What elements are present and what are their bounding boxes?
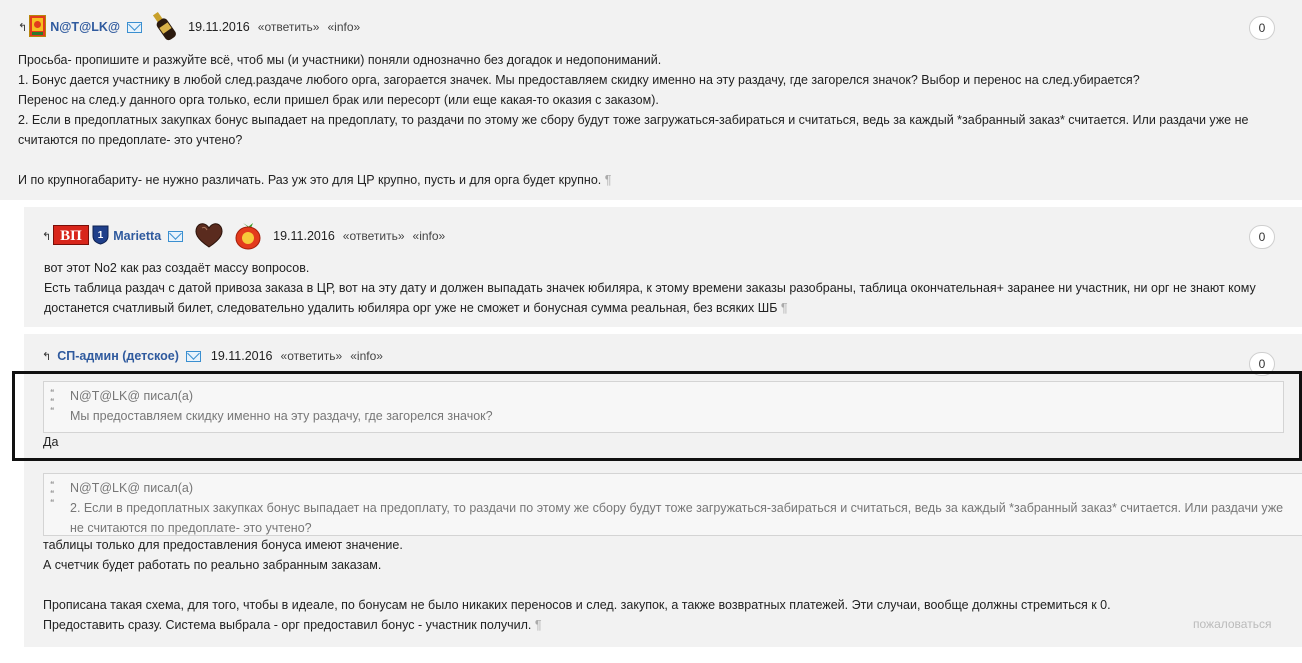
post-line: Просьба- пропишите и разжуйте всё, чтоб … <box>18 53 662 67</box>
post-line: таблицы только для предоставления бонуса… <box>43 538 403 552</box>
post-line: вот этот No2 как раз создаёт массу вопро… <box>44 261 310 275</box>
pilcrow-icon: ¶ <box>604 173 612 187</box>
svg-text:1: 1 <box>98 230 104 241</box>
quote-block: ❝ ❝ ❝ N@T@LK@ писал(а) 2. Если в предоплат… <box>43 473 1302 536</box>
post-line: Перенос на след.у данного орга только, е… <box>18 93 659 107</box>
post-line: 1. Бонус дается участнику в любой след.р… <box>18 73 1140 87</box>
post-header: ↰ N@T@LK@ 19.11.2016 «ответить» «info» <box>18 11 360 40</box>
svg-text:ВП: ВП <box>60 228 82 244</box>
info-link[interactable]: «info» <box>413 229 446 243</box>
post-line: 2. Если в предоплатных закупках бонус вы… <box>18 113 1249 127</box>
info-link[interactable]: «info» <box>327 20 360 34</box>
post-line: достанется счатливый билет, следовательн… <box>44 301 778 315</box>
post-body: таблицы только для предоставления бонуса… <box>43 535 1293 635</box>
post-date: 19.11.2016 <box>188 20 250 34</box>
complain-link[interactable]: пожаловаться <box>1193 617 1271 631</box>
mail-icon[interactable] <box>185 350 201 362</box>
post-line: Прописана такая схема, для того, чтобы в… <box>43 598 1111 612</box>
reply-arrow-icon: ↰ <box>18 21 28 34</box>
quote-text: 2. Если в предоплатных закупках бонус вы… <box>70 501 1284 535</box>
champagne-bottle-icon <box>150 9 178 46</box>
quote-author: N@T@LK@ писал(а) <box>70 481 194 495</box>
post-line: И по крупногабариту- не нужно различать.… <box>18 173 602 187</box>
mail-icon[interactable] <box>168 230 184 242</box>
post-header: ↰ ВП 1 Marietta 19.11.2016 «ответить» «i… <box>42 221 446 252</box>
post-line: Есть таблица раздач с датой привоза зака… <box>44 281 1256 295</box>
heart-candy-icon <box>193 221 225 252</box>
mail-icon[interactable] <box>127 21 143 33</box>
post-line: Предоставить сразу. Система выбрала - ор… <box>43 618 532 632</box>
rank-shield-icon: 1 <box>92 225 109 248</box>
author-link[interactable]: Marietta <box>113 229 161 243</box>
reply-link[interactable]: «ответить» <box>343 229 405 243</box>
pilcrow-icon: ¶ <box>780 301 788 315</box>
comment-post-1: ↰ N@T@LK@ 19.11.2016 «ответить» «info» 0… <box>0 0 1302 200</box>
highlight-frame <box>12 371 1302 461</box>
reply-arrow-icon: ↰ <box>42 350 52 363</box>
rating-counter[interactable]: 0 <box>1249 16 1275 40</box>
reply-link[interactable]: «ответить» <box>258 20 320 34</box>
author-link[interactable]: N@T@LK@ <box>50 20 120 34</box>
post-body: Просьба- пропишите и разжуйте всё, чтоб … <box>18 50 1288 190</box>
reply-arrow-icon: ↰ <box>42 230 52 243</box>
post-line: А счетчик будет работать по реально забр… <box>43 558 382 572</box>
info-link[interactable]: «info» <box>350 349 383 363</box>
pilcrow-icon: ¶ <box>534 618 542 632</box>
reply-link[interactable]: «ответить» <box>281 349 343 363</box>
post-date: 19.11.2016 <box>273 229 335 243</box>
post-last-line: достанется счатливый билет, следовательн… <box>44 298 1294 318</box>
post-line: считаются по предоплате- это учтено? <box>18 133 243 147</box>
quote-marks-icon: ❝ ❝ ❝ <box>50 480 55 507</box>
post-body: вот этот No2 как раз создаёт массу вопро… <box>44 258 1294 318</box>
post-last-line: И по крупногабариту- не нужно различать.… <box>18 170 1288 190</box>
strawberry-badge-icon <box>233 219 263 254</box>
comment-post-2: ↰ ВП 1 Marietta 19.11.2016 «ответить» «i… <box>24 207 1302 327</box>
author-link[interactable]: СП-админ (детское) <box>57 349 179 363</box>
post-header: ↰ СП-админ (детское) 19.11.2016 «ответит… <box>42 344 383 368</box>
rating-counter[interactable]: 0 <box>1249 225 1275 249</box>
city-coat-of-arms-icon <box>29 14 47 40</box>
post-date: 19.11.2016 <box>210 349 273 363</box>
post-last-line: Предоставить сразу. Система выбрала - ор… <box>43 615 1293 635</box>
vp-badge-icon: ВП <box>53 224 90 248</box>
